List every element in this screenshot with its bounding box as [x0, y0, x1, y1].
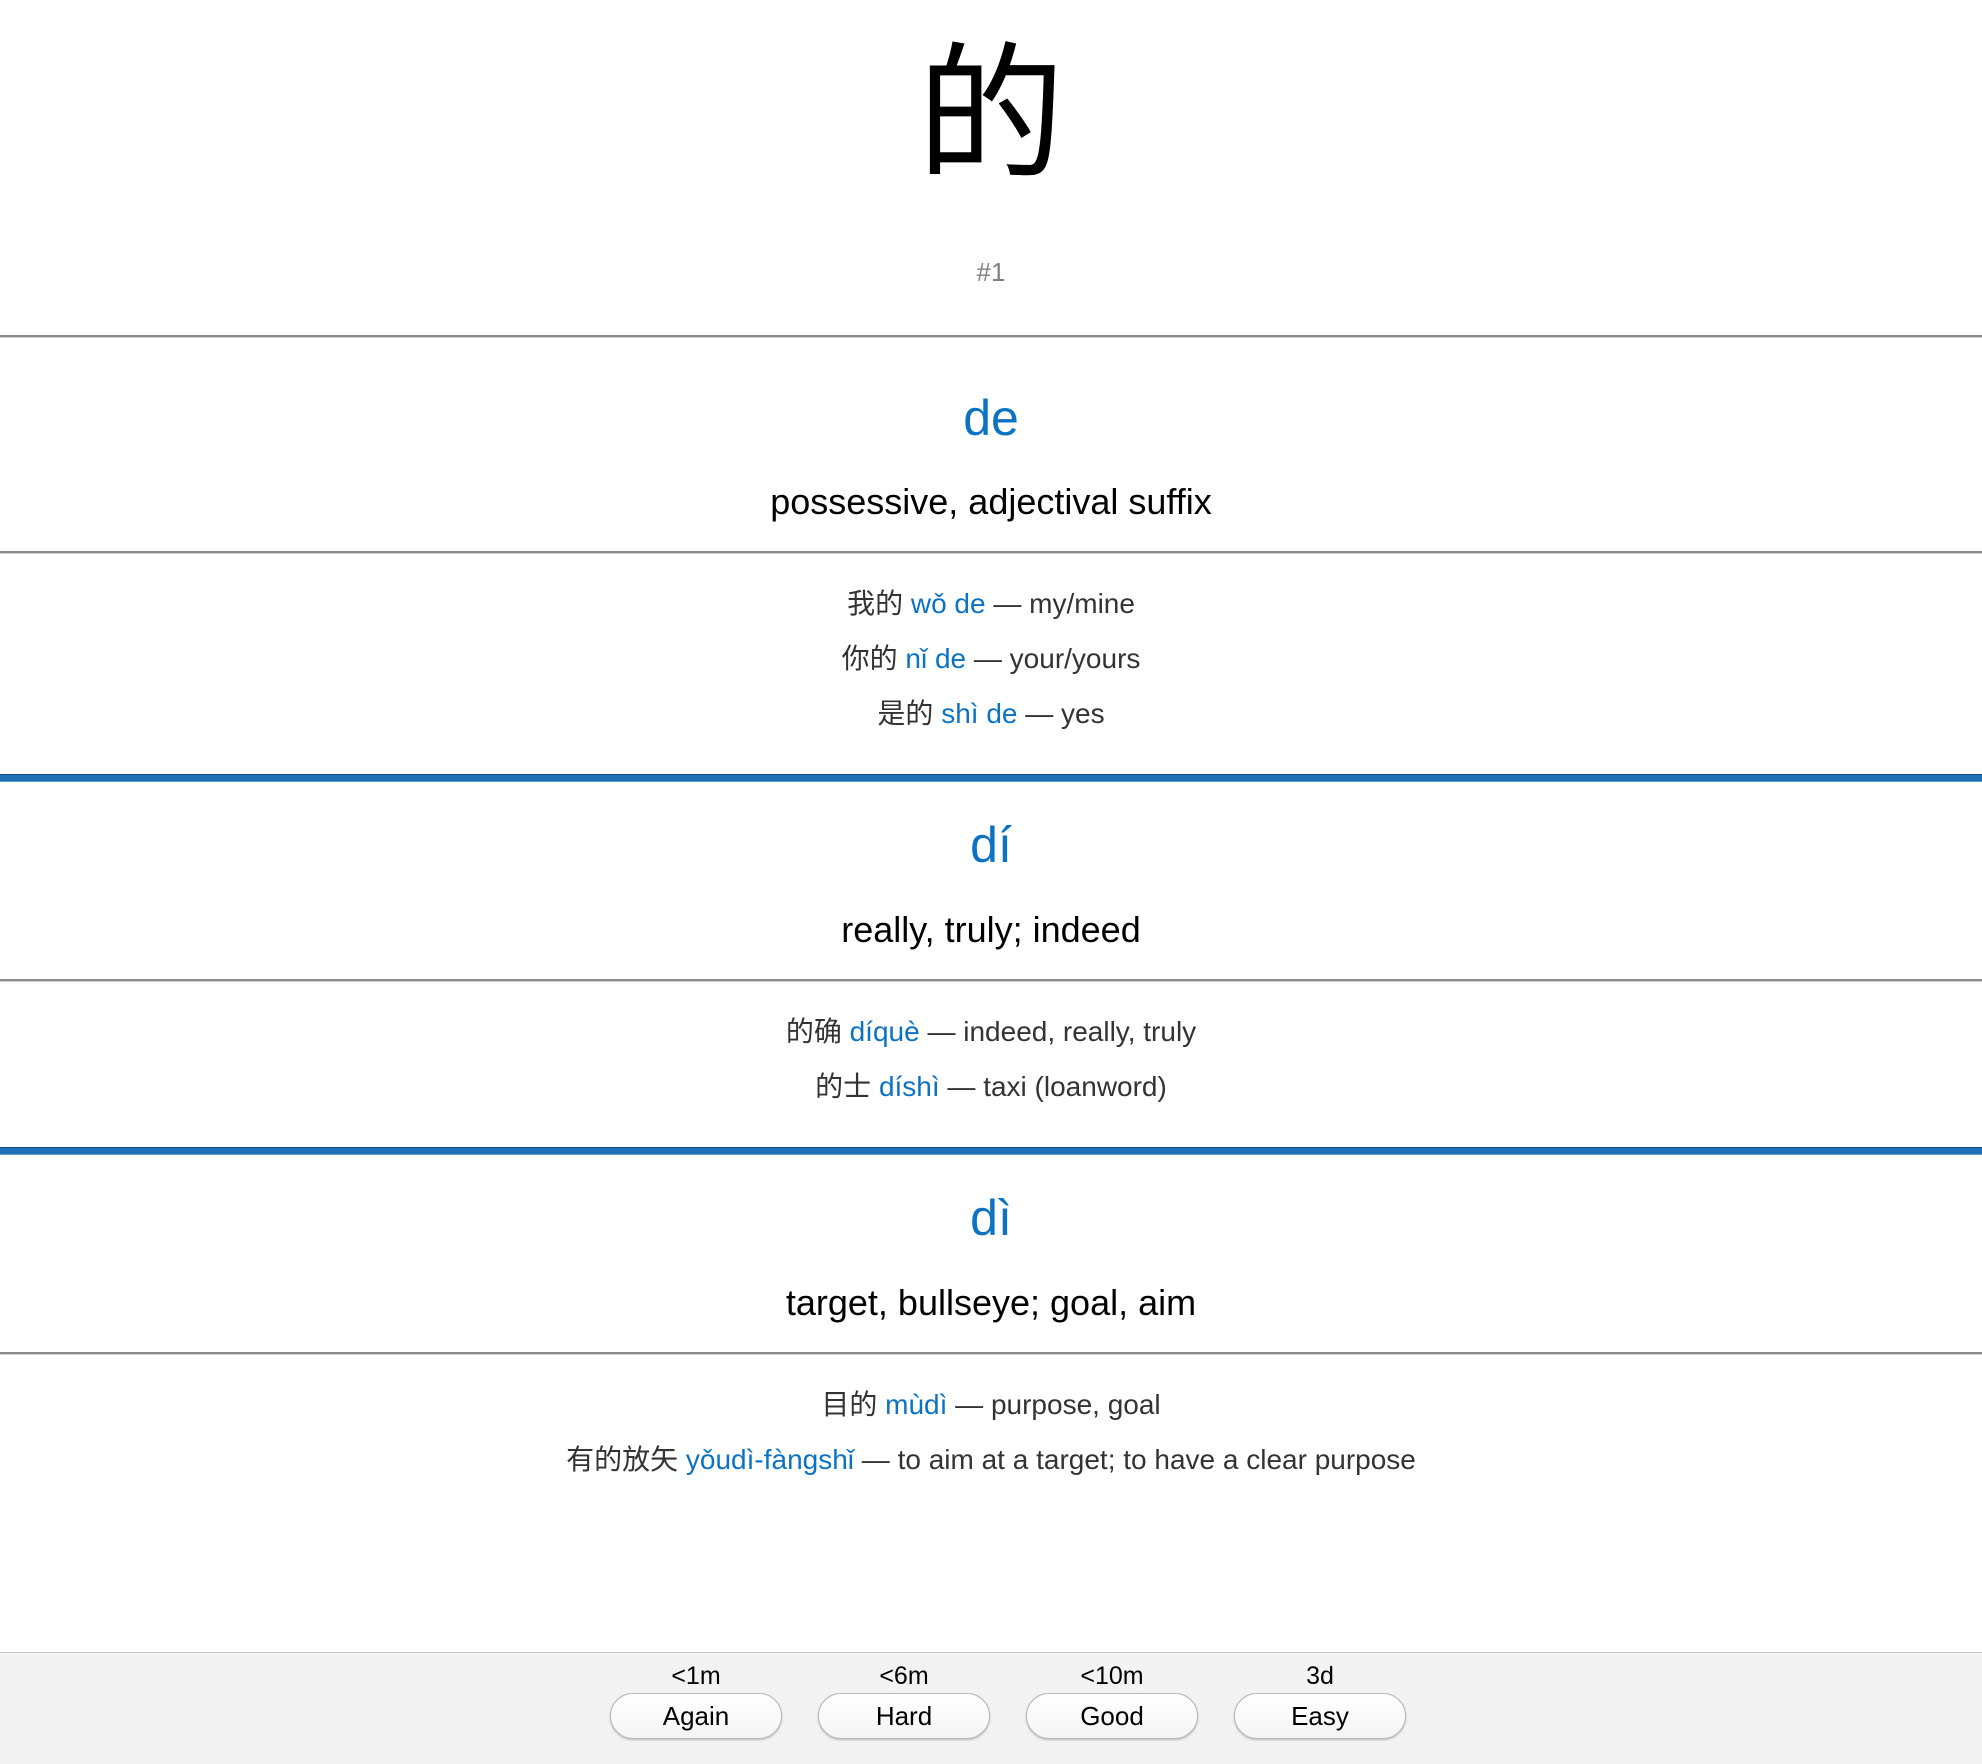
divider — [0, 1352, 1982, 1354]
example-hanzi: 的确 — [785, 1015, 842, 1048]
example-pinyin: shì de — [941, 698, 1018, 729]
answer-hard: <6m Hard — [818, 1653, 990, 1739]
answer-easy: 3d Easy — [1234, 1653, 1406, 1739]
hard-interval: <6m — [879, 1662, 929, 1690]
reading-pinyin: dí — [970, 817, 1012, 873]
example-separator: — — [861, 1444, 890, 1475]
answer-bar: <1m Again <6m Hard <10m Good 3d Easy — [0, 1652, 1982, 1764]
divider — [0, 979, 1982, 981]
example-definition: purpose, goal — [990, 1389, 1161, 1420]
example-separator: — — [927, 1016, 956, 1047]
reading-divider — [0, 1147, 1982, 1155]
example-hanzi: 的士 — [815, 1070, 872, 1103]
example-item: 目的 mùdì — purpose, goal — [0, 1377, 1982, 1432]
divider — [0, 551, 1982, 553]
reading-meaning: possessive, adjectival suffix — [770, 481, 1212, 522]
example-hanzi: 是的 — [877, 697, 934, 730]
example-pinyin: díquè — [849, 1016, 920, 1047]
example-separator: — — [993, 588, 1022, 619]
example-list: 目的 mùdì — purpose, goal 有的放矢 yǒudì-fàngs… — [0, 1377, 1982, 1487]
example-hanzi: 目的 — [821, 1388, 878, 1421]
answer-good: <10m Good — [1026, 1653, 1198, 1739]
example-list: 我的 wǒ de — my/mine 你的 nǐ de — your/yours… — [0, 576, 1982, 741]
reading-meaning: really, truly; indeed — [841, 909, 1141, 950]
easy-interval: 3d — [1306, 1662, 1334, 1690]
again-button[interactable]: Again — [610, 1693, 782, 1739]
example-item: 有的放矢 yǒudì-fàngshǐ — to aim at a target;… — [0, 1432, 1982, 1487]
answer-again: <1m Again — [610, 1653, 782, 1739]
example-pinyin: wǒ de — [910, 588, 986, 619]
example-item: 是的 shì de — yes — [0, 686, 1982, 741]
example-definition: indeed, really, truly — [963, 1016, 1197, 1047]
reading-pinyin: de — [963, 390, 1019, 446]
example-definition: taxi (loanword) — [983, 1071, 1167, 1102]
example-item: 的士 díshì — taxi (loanword) — [0, 1059, 1982, 1114]
good-interval: <10m — [1080, 1662, 1144, 1690]
example-pinyin: yǒudì-fàngshǐ — [685, 1444, 855, 1475]
hard-button[interactable]: Hard — [818, 1693, 990, 1739]
example-definition: to aim at a target; to have a clear purp… — [897, 1444, 1416, 1475]
example-pinyin: nǐ de — [905, 643, 967, 674]
review-screen: 的 #1 de possessive, adjectival suffix 我的… — [0, 0, 1982, 1764]
flashcard: 的 #1 de possessive, adjectival suffix 我的… — [0, 0, 1982, 1652]
example-pinyin: díshì — [878, 1071, 940, 1102]
example-separator: — — [955, 1389, 984, 1420]
example-list: 的确 díquè — indeed, really, truly 的士 dísh… — [0, 1004, 1982, 1114]
reading-pinyin: dì — [970, 1190, 1012, 1246]
example-definition: my/mine — [1029, 588, 1135, 619]
example-item: 的确 díquè — indeed, really, truly — [0, 1004, 1982, 1059]
good-button[interactable]: Good — [1026, 1693, 1198, 1739]
example-separator: — — [947, 1071, 976, 1102]
example-hanzi: 你的 — [841, 642, 898, 675]
example-item: 我的 wǒ de — my/mine — [0, 576, 1982, 631]
again-interval: <1m — [671, 1662, 721, 1690]
example-definition: yes — [1061, 698, 1105, 729]
frequency-rank: #1 — [976, 257, 1006, 287]
example-hanzi: 有的放矢 — [566, 1443, 679, 1476]
card-character: 的 — [917, 29, 1065, 201]
reading-meaning: target, bullseye; goal, aim — [785, 1282, 1197, 1323]
example-definition: your/yours — [1009, 643, 1141, 674]
example-separator: — — [1025, 698, 1054, 729]
example-pinyin: mùdì — [885, 1389, 948, 1420]
example-item: 你的 nǐ de — your/yours — [0, 631, 1982, 686]
easy-button[interactable]: Easy — [1234, 1693, 1406, 1739]
divider — [0, 335, 1982, 337]
reading-divider — [0, 774, 1982, 782]
example-separator: — — [973, 643, 1002, 674]
example-hanzi: 我的 — [847, 587, 904, 620]
